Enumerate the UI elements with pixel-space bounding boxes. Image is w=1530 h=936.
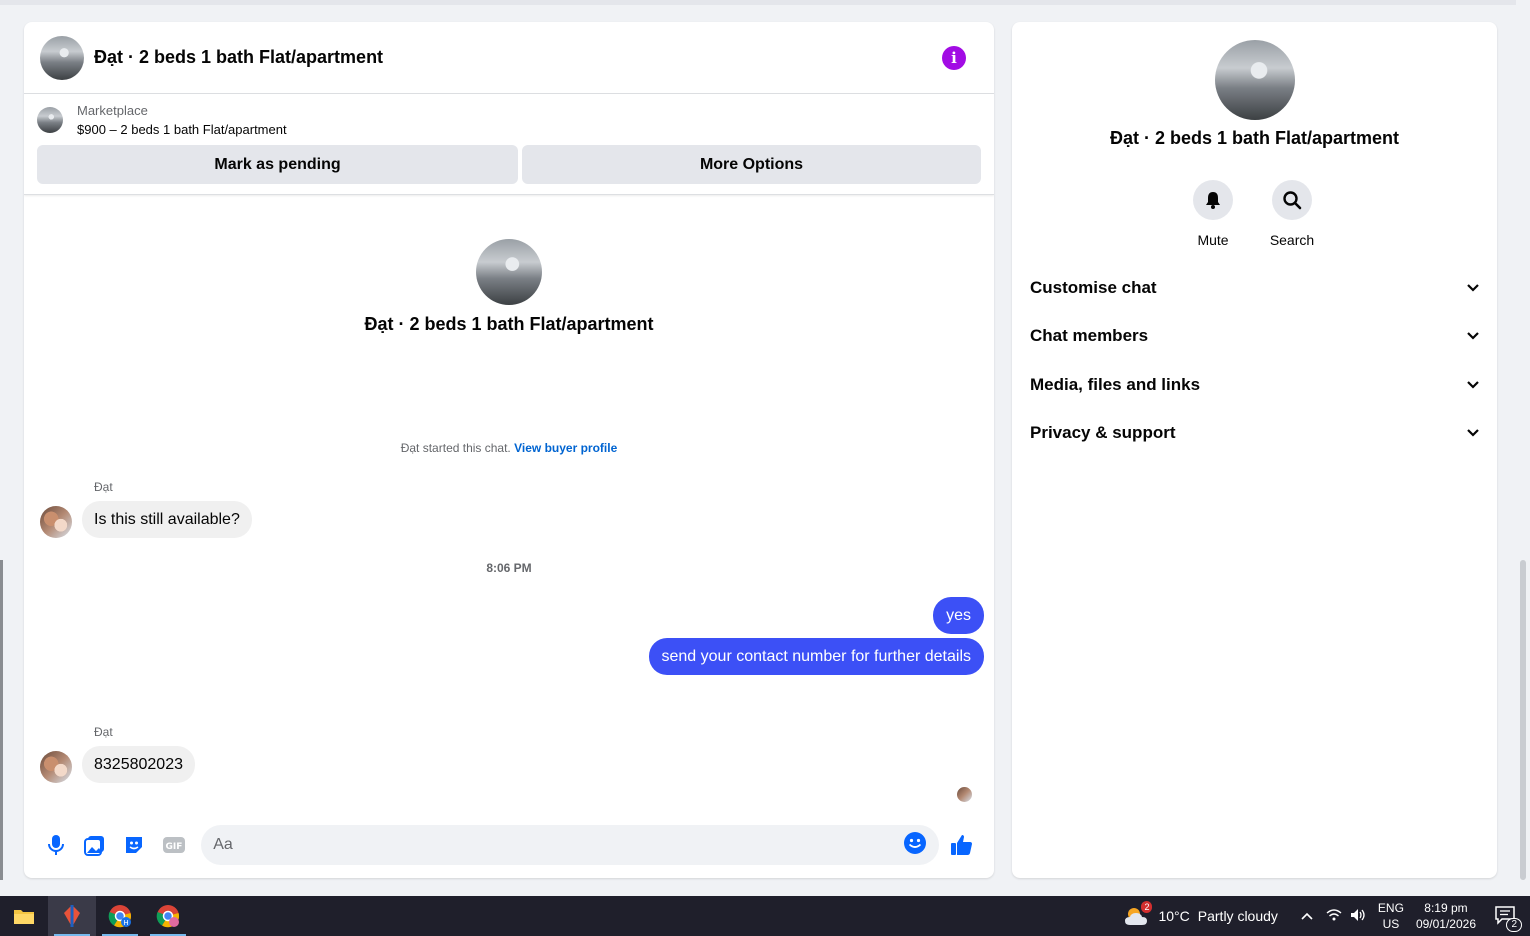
mute-button[interactable]: Mute [1183, 180, 1243, 248]
info-icon[interactable]: i [942, 45, 966, 70]
message-timestamp: 8:06 PM [486, 561, 532, 575]
sender-name: Đạt [94, 725, 113, 739]
message-input-wrapper [201, 825, 939, 865]
composer-bar: GIF [24, 812, 994, 878]
scrollbar-thumb[interactable] [1520, 560, 1526, 880]
svg-text:GIF: GIF [165, 842, 182, 852]
media-files-links-row[interactable]: Media, files and links [1030, 365, 1480, 405]
intro-avatar [476, 239, 542, 305]
clock-time: 8:19 pm [1424, 901, 1468, 915]
page-scrollbar[interactable] [1516, 0, 1530, 896]
region-code: US [1382, 917, 1400, 931]
chat-members-row[interactable]: Chat members [1030, 316, 1480, 356]
chevron-down-icon [1466, 423, 1480, 443]
outgoing-message[interactable]: yes [933, 597, 984, 634]
details-avatar[interactable] [1215, 40, 1295, 120]
thumbs-up-icon[interactable] [943, 825, 982, 865]
chat-panel: Đạt · 2 beds 1 bath Flat/apartment i Mar… [24, 22, 994, 878]
top-strip [0, 0, 1530, 5]
details-title: Đạt · 2 beds 1 bath Flat/apartment [1109, 128, 1400, 148]
mark-as-pending-button[interactable]: Mark as pending [37, 145, 518, 184]
marketplace-label: Marketplace [77, 103, 148, 118]
outgoing-message[interactable]: send your contact number for further det… [648, 638, 984, 675]
row-label: Privacy & support [1030, 423, 1176, 442]
marketplace-bar: Marketplace $900 – 2 beds 1 bath Flat/ap… [24, 94, 994, 195]
weather-widget[interactable]: 2 10°C Partly cloudy [1124, 901, 1278, 927]
incoming-message[interactable]: 8325802023 [82, 746, 195, 783]
sender-avatar[interactable] [40, 506, 72, 538]
view-buyer-profile-link[interactable]: View buyer profile [514, 441, 617, 455]
conversation-details-panel: Đạt · 2 beds 1 bath Flat/apartment Mute … [1012, 22, 1497, 878]
left-edge-marker [0, 560, 3, 880]
speaker-icon[interactable] [1350, 908, 1366, 925]
chevron-down-icon [1466, 278, 1480, 298]
search-icon [1272, 180, 1312, 220]
svg-text:H: H [123, 919, 128, 927]
chat-header: Đạt · 2 beds 1 bath Flat/apartment i [24, 22, 994, 94]
mute-label: Mute [1197, 232, 1229, 248]
clock[interactable]: 8:19 pm 09/01/2026 [1416, 900, 1476, 932]
bell-icon [1193, 180, 1233, 220]
chevron-up-icon[interactable] [1300, 909, 1314, 924]
started-text: Đạt started this chat. [400, 441, 511, 455]
chevron-down-icon [1466, 326, 1480, 346]
listing-avatar[interactable] [40, 35, 84, 80]
language-code: ENG [1377, 901, 1404, 915]
row-label: Media, files and links [1030, 375, 1201, 394]
more-options-button[interactable]: More Options [522, 145, 981, 184]
message-thread[interactable]: Đạt · 2 beds 1 bath Flat/apartment Đạt s… [24, 195, 994, 802]
gif-icon[interactable]: GIF [154, 825, 193, 865]
listing-summary[interactable]: $900 – 2 beds 1 bath Flat/apartment [77, 122, 287, 137]
intro-title: Đạt · 2 beds 1 bath Flat/apartment [364, 314, 654, 334]
photo-icon[interactable] [75, 825, 114, 865]
chrome-profile-icon[interactable] [144, 896, 192, 936]
microphone-icon[interactable] [36, 825, 75, 865]
weather-temperature: 10°C [1158, 908, 1190, 924]
seen-indicator-avatar [957, 787, 972, 802]
weather-description: Partly cloudy [1197, 908, 1278, 924]
emoji-icon[interactable] [903, 831, 927, 860]
notification-icon[interactable]: 2 [1494, 905, 1522, 932]
chat-title: Đạt · 2 beds 1 bath Flat/apartment [94, 47, 384, 67]
sender-avatar[interactable] [40, 751, 72, 783]
clock-date: 09/01/2026 [1415, 917, 1476, 931]
listing-thumbnail[interactable] [37, 107, 63, 133]
chat-started-notice: Đạt started this chat. View buyer profil… [24, 441, 994, 455]
search-button[interactable]: Search [1262, 180, 1322, 248]
weather-badge: 2 [1141, 901, 1153, 913]
customise-chat-row[interactable]: Customise chat [1030, 268, 1480, 308]
chrome-profile-h-icon[interactable]: H [96, 896, 144, 936]
row-label: Chat members [1030, 326, 1149, 345]
pinned-app-icon[interactable] [48, 896, 96, 936]
windows-taskbar: H 2 10°C Partly cloudy ENG US 8:19 pm 09… [0, 896, 1530, 936]
chevron-down-icon [1466, 375, 1480, 395]
file-explorer-icon[interactable] [0, 896, 48, 936]
weather-icon: 2 [1124, 901, 1153, 927]
message-input[interactable] [213, 836, 903, 854]
privacy-support-row[interactable]: Privacy & support [1030, 413, 1480, 453]
wifi-icon[interactable] [1326, 908, 1342, 925]
system-tray: 2 10°C Partly cloudy ENG US 8:19 pm 09/0… [1124, 896, 1530, 936]
sender-name: Đạt [94, 480, 113, 494]
notification-count: 2 [1506, 917, 1522, 932]
sticker-icon[interactable] [115, 825, 154, 865]
row-label: Customise chat [1030, 278, 1157, 297]
search-label: Search [1269, 232, 1315, 248]
input-language[interactable]: ENG US [1378, 900, 1404, 932]
incoming-message[interactable]: Is this still available? [82, 501, 252, 538]
